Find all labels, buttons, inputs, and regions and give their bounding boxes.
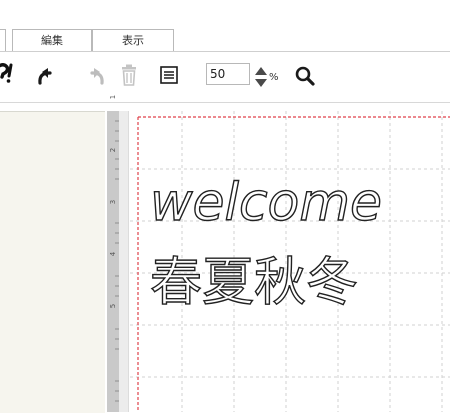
ruler-label: 4: [109, 251, 117, 257]
toolbar-divider: [0, 102, 450, 103]
tab-view[interactable]: 表示: [92, 29, 174, 51]
canvas-text[interactable]: welcome 春夏秋冬: [148, 160, 428, 310]
text-seasons[interactable]: 春夏秋冬: [149, 252, 358, 310]
ruler-label: 2: [109, 147, 117, 153]
search-icon[interactable]: [294, 65, 316, 87]
zoom-input[interactable]: 50: [206, 63, 250, 85]
menu-tab-strip: 編集 表示: [0, 0, 450, 51]
redo-icon[interactable]: [85, 67, 107, 87]
ruler-ticks: [115, 120, 119, 402]
tab-edit[interactable]: 編集: [12, 29, 92, 51]
ruler-label: 5: [109, 303, 117, 309]
ruler-label: 3: [109, 199, 117, 205]
tab-partial[interactable]: [0, 29, 6, 51]
trash-icon[interactable]: [120, 64, 138, 86]
ruler-label: 1: [109, 94, 117, 100]
undo-icon[interactable]: [35, 67, 57, 87]
ruler-margin: [119, 111, 129, 412]
zoom-stepper-icon[interactable]: [254, 66, 268, 88]
text-welcome[interactable]: welcome: [149, 172, 382, 233]
help-icon[interactable]: [0, 62, 16, 84]
list-icon[interactable]: [160, 66, 178, 84]
vertical-ruler: [107, 111, 119, 412]
left-panel: [0, 111, 105, 413]
zoom-unit-label: %: [269, 72, 279, 83]
